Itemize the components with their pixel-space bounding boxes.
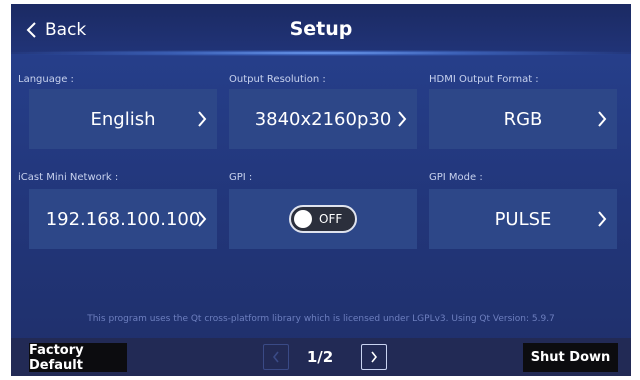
gpi-toggle[interactable]: OFF [289, 205, 357, 233]
factory-default-button[interactable]: Factory Default [29, 343, 127, 373]
network-selector[interactable]: 192.168.100.100 [29, 189, 217, 249]
setup-screen: Back Setup Language : English Output Res… [11, 4, 631, 376]
language-selector[interactable]: English [29, 89, 217, 149]
gpi-label: GPI : [229, 172, 253, 183]
gpi-mode-label: GPI Mode : [429, 172, 483, 183]
chevron-right-icon [198, 111, 207, 127]
gpi-toggle-state: OFF [319, 212, 343, 226]
license-notice: This program uses the Qt cross-platform … [87, 314, 555, 324]
network-label: iCast Mini Network : [18, 172, 119, 183]
next-page-button[interactable] [361, 344, 387, 370]
chevron-right-icon [598, 111, 607, 127]
shut-down-button[interactable]: Shut Down [523, 343, 618, 372]
language-value: English [90, 108, 156, 130]
language-label: Language : [18, 74, 74, 85]
output-resolution-value: 3840x2160p30 [254, 108, 392, 130]
page-indicator: 1/2 [306, 348, 334, 366]
header-bar: Back Setup [11, 4, 631, 54]
chevron-right-icon [398, 111, 407, 127]
gpi-mode-value: PULSE [494, 208, 552, 230]
output-resolution-selector[interactable]: 3840x2160p30 [229, 89, 417, 149]
prev-page-button[interactable] [263, 344, 289, 370]
header-divider [11, 50, 631, 56]
toggle-knob [294, 210, 312, 228]
hdmi-output-format-selector[interactable]: RGB [429, 89, 617, 149]
chevron-right-icon [198, 211, 207, 227]
footer-bar: Factory Default 1/2 Shut Down [11, 338, 631, 376]
gpi-mode-selector[interactable]: PULSE [429, 189, 617, 249]
chevron-right-icon [371, 351, 378, 363]
gpi-tile: OFF [229, 189, 417, 249]
chevron-left-icon [272, 351, 279, 363]
output-resolution-label: Output Resolution : [229, 74, 326, 85]
chevron-right-icon [598, 211, 607, 227]
page-title: Setup [289, 18, 353, 40]
network-value: 192.168.100.100 [45, 208, 201, 230]
hdmi-output-format-label: HDMI Output Format : [429, 74, 539, 85]
hdmi-output-format-value: RGB [503, 108, 543, 130]
